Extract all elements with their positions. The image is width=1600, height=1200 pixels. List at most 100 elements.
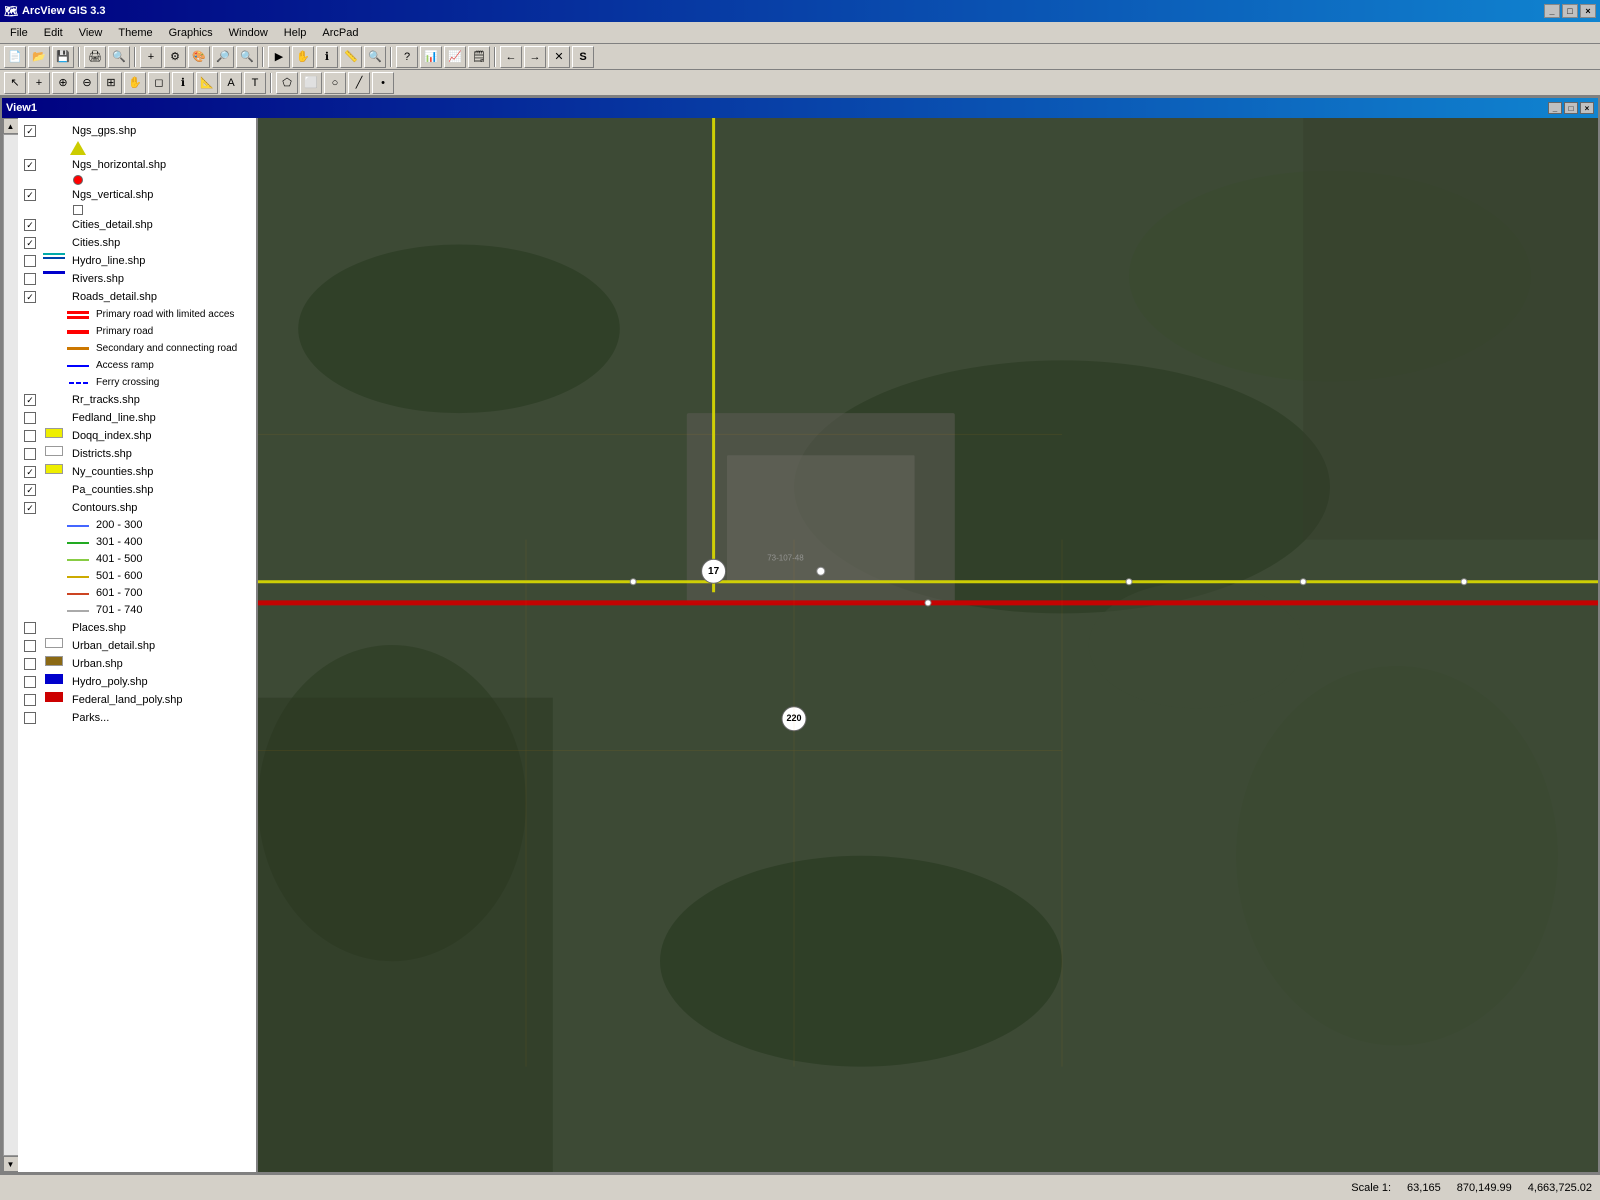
- legend-check-ngs-vertical[interactable]: [24, 189, 36, 201]
- legend-item-hydro-line[interactable]: Hydro_line.shp: [20, 252, 254, 270]
- legend-check-doqq-index[interactable]: [24, 430, 36, 442]
- scroll-up-button[interactable]: ▲: [3, 118, 19, 134]
- legend-item-ngs-vertical[interactable]: Ngs_vertical.shp: [20, 186, 254, 204]
- s-button[interactable]: S: [572, 46, 594, 68]
- add-theme-button[interactable]: +: [140, 46, 162, 68]
- chart-button[interactable]: 📈: [444, 46, 466, 68]
- legend-check-fedland-line[interactable]: [24, 412, 36, 424]
- zoom-in-tool[interactable]: ⊕: [52, 72, 74, 94]
- legend-check-places[interactable]: [24, 622, 36, 634]
- legend-item-doqq-index[interactable]: Doqq_index.shp: [20, 427, 254, 445]
- label-tool[interactable]: A: [220, 72, 242, 94]
- view-maximize-button[interactable]: □: [1564, 102, 1578, 114]
- print-button[interactable]: 🖨: [84, 46, 106, 68]
- query-button[interactable]: ?: [396, 46, 418, 68]
- open-button[interactable]: 📂: [28, 46, 50, 68]
- menu-help[interactable]: Help: [276, 25, 315, 41]
- identify-button[interactable]: ℹ: [316, 46, 338, 68]
- menu-file[interactable]: File: [2, 25, 36, 41]
- legend-check-contours[interactable]: [24, 502, 36, 514]
- minimize-button[interactable]: _: [1544, 4, 1560, 18]
- vertex-tool[interactable]: +: [28, 72, 50, 94]
- zoom-in-button[interactable]: 🔎: [212, 46, 234, 68]
- legend-check-pa-counties[interactable]: [24, 484, 36, 496]
- layout-button[interactable]: 🗒: [468, 46, 490, 68]
- legend-check-urban-detail[interactable]: [24, 640, 36, 652]
- legend-item-urban[interactable]: Urban.shp: [20, 655, 254, 673]
- legend-item-cities-detail[interactable]: Cities_detail.shp: [20, 216, 254, 234]
- view-minimize-button[interactable]: _: [1548, 102, 1562, 114]
- pointer-tool[interactable]: ↖: [4, 72, 26, 94]
- legend-item-federal-land-poly[interactable]: Federal_land_poly.shp: [20, 691, 254, 709]
- select-tool[interactable]: ◻: [148, 72, 170, 94]
- print-preview-button[interactable]: 🔍: [108, 46, 130, 68]
- scroll-track[interactable]: [3, 134, 19, 1156]
- legend-check-rivers[interactable]: [24, 273, 36, 285]
- draw-marker-tool[interactable]: •: [372, 72, 394, 94]
- select-button[interactable]: ▶: [268, 46, 290, 68]
- theme-props-button[interactable]: ⚙: [164, 46, 186, 68]
- pan-button[interactable]: ✋: [292, 46, 314, 68]
- legend-item-contours[interactable]: Contours.shp: [20, 499, 254, 517]
- zoom-out-button[interactable]: 🔍: [236, 46, 258, 68]
- legend-item-hydro-poly[interactable]: Hydro_poly.shp: [20, 673, 254, 691]
- table-button[interactable]: 📊: [420, 46, 442, 68]
- draw-line-tool[interactable]: ╱: [348, 72, 370, 94]
- menu-edit[interactable]: Edit: [36, 25, 71, 41]
- legend-item-ngs-gps[interactable]: Ngs_gps.shp: [20, 122, 254, 140]
- legend-check-cities[interactable]: [24, 237, 36, 249]
- menu-view[interactable]: View: [71, 25, 111, 41]
- legend-item-roads-detail[interactable]: Roads_detail.shp: [20, 288, 254, 306]
- draw-polygon-tool[interactable]: ⬠: [276, 72, 298, 94]
- edit-legend-button[interactable]: 🎨: [188, 46, 210, 68]
- measure-tool[interactable]: 📐: [196, 72, 218, 94]
- legend-item-ngs-horizontal[interactable]: Ngs_horizontal.shp: [20, 156, 254, 174]
- arrow-button[interactable]: ←: [500, 46, 522, 68]
- pan-tool[interactable]: ✋: [124, 72, 146, 94]
- view-close-button[interactable]: ×: [1580, 102, 1594, 114]
- draw-rect-tool[interactable]: ⬜: [300, 72, 322, 94]
- legend-item-ny-counties[interactable]: Ny_counties.shp: [20, 463, 254, 481]
- legend-item-places[interactable]: Places.shp: [20, 619, 254, 637]
- legend-item-fedland-line[interactable]: Fedland_line.shp: [20, 409, 254, 427]
- clear-selected[interactable]: ✕: [548, 46, 570, 68]
- menu-graphics[interactable]: Graphics: [161, 25, 221, 41]
- legend-item-urban-detail[interactable]: Urban_detail.shp: [20, 637, 254, 655]
- text-tool[interactable]: T: [244, 72, 266, 94]
- zoom-out-tool[interactable]: ⊖: [76, 72, 98, 94]
- legend-check-roads-detail[interactable]: [24, 291, 36, 303]
- legend-check-parks[interactable]: [24, 712, 36, 724]
- legend-item-districts[interactable]: Districts.shp: [20, 445, 254, 463]
- legend-check-hydro-poly[interactable]: [24, 676, 36, 688]
- legend-item-parks[interactable]: Parks...: [20, 709, 254, 727]
- legend-check-rr-tracks[interactable]: [24, 394, 36, 406]
- map-area[interactable]: 17 220: [258, 118, 1598, 1172]
- legend-check-urban[interactable]: [24, 658, 36, 670]
- legend-check-districts[interactable]: [24, 448, 36, 460]
- legend-check-ngs-horizontal[interactable]: [24, 159, 36, 171]
- measure-button[interactable]: 📏: [340, 46, 362, 68]
- menu-window[interactable]: Window: [221, 25, 276, 41]
- legend-check-hydro-line[interactable]: [24, 255, 36, 267]
- new-button[interactable]: 📄: [4, 46, 26, 68]
- zoom-extent-tool[interactable]: ⊞: [100, 72, 122, 94]
- draw-circle-tool[interactable]: ○: [324, 72, 346, 94]
- close-button[interactable]: ×: [1580, 4, 1596, 18]
- next-button[interactable]: →: [524, 46, 546, 68]
- find-button[interactable]: 🔍: [364, 46, 386, 68]
- legend-check-federal-land-poly[interactable]: [24, 694, 36, 706]
- legend-check-cities-detail[interactable]: [24, 219, 36, 231]
- legend-check-ny-counties[interactable]: [24, 466, 36, 478]
- menu-arcpad[interactable]: ArcPad: [314, 25, 366, 41]
- legend-scrollbar[interactable]: ▲ ▼: [2, 118, 18, 1172]
- menu-theme[interactable]: Theme: [110, 25, 160, 41]
- legend-item-rivers[interactable]: Rivers.shp: [20, 270, 254, 288]
- info-tool[interactable]: ℹ: [172, 72, 194, 94]
- legend-item-cities[interactable]: Cities.shp: [20, 234, 254, 252]
- scroll-down-button[interactable]: ▼: [3, 1156, 19, 1172]
- maximize-button[interactable]: □: [1562, 4, 1578, 18]
- legend-check-ngs-gps[interactable]: [24, 125, 36, 137]
- legend-item-rr-tracks[interactable]: Rr_tracks.shp: [20, 391, 254, 409]
- save-button[interactable]: 💾: [52, 46, 74, 68]
- legend-item-pa-counties[interactable]: Pa_counties.shp: [20, 481, 254, 499]
